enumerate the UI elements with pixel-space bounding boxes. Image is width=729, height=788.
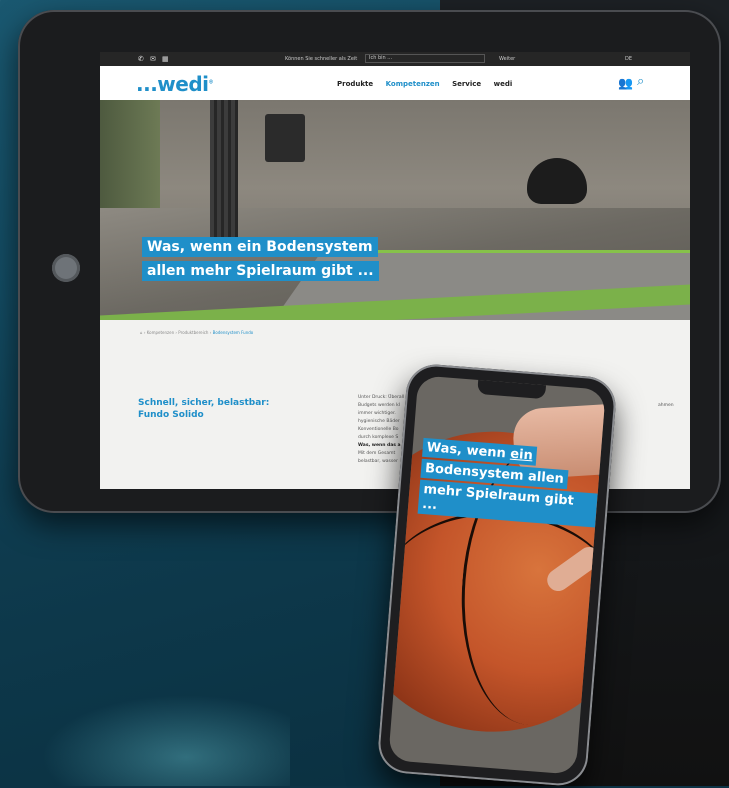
breadcrumb-item[interactable]: Kompetenzen	[147, 330, 174, 335]
menu-item-service[interactable]: Service	[452, 80, 481, 88]
people-icon[interactable]: 👥	[618, 76, 633, 90]
wedi-logo[interactable]: ...wedi®	[136, 72, 213, 96]
menu-item-wedi[interactable]: wedi	[494, 80, 513, 88]
body-line: Was, wenn das a	[358, 443, 401, 448]
tablet-home-button[interactable]	[52, 254, 80, 282]
role-select[interactable]: Ich bin ...	[365, 54, 485, 63]
phone-screen: Was, wenn ein Bodensystem allen mehr Spi…	[388, 375, 606, 775]
underlined-word: ein	[509, 446, 534, 464]
breadcrumb-item[interactable]: Produktbereich	[178, 330, 208, 335]
mail-icon[interactable]: ✉	[150, 55, 156, 63]
language-select[interactable]: DE	[625, 56, 632, 62]
subheading-line: Fundo Solido	[138, 410, 204, 420]
phone-hero-title: Was, wenn ein Bodensystem allen mehr Spi…	[417, 437, 601, 530]
hero-image	[100, 100, 690, 320]
menu-item-kompetenzen[interactable]: Kompetenzen	[386, 80, 440, 88]
calendar-icon[interactable]: ▦	[162, 55, 169, 63]
weiter-button[interactable]: Weiter	[499, 56, 515, 62]
menu-item-produkte[interactable]: Produkte	[337, 80, 373, 88]
hero-curtain	[210, 100, 238, 250]
phone-icon[interactable]: ✆	[138, 55, 144, 63]
main-nav: ...wedi® Produkte Kompetenzen Service we…	[100, 66, 690, 100]
hero-title: Was, wenn ein Bodensystem allen mehr Spi…	[142, 236, 379, 284]
hero-toilet	[527, 158, 587, 204]
background-glow	[30, 690, 290, 786]
tablet-device: ✆ ✉ ▦ Können Sie schneller als Zeit Ich …	[18, 10, 721, 513]
topbar-prompt: Können Sie schneller als Zeit	[285, 56, 358, 62]
top-utility-bar: ✆ ✉ ▦ Können Sie schneller als Zeit Ich …	[100, 52, 690, 66]
breadcrumb: ⌂ › Kompetenzen › Produktbereich › Boden…	[140, 330, 254, 335]
search-icon[interactable]: ⌕	[637, 74, 644, 89]
hero-shower-seat	[265, 114, 305, 162]
breadcrumb-current: Bodensystem Fundo	[212, 330, 254, 335]
section-subheading: Schnell, sicher, belastbar: Fundo Solido	[138, 397, 298, 421]
hero-title-line: Was, wenn ein Bodensystem	[142, 237, 378, 257]
body-trailing: ahmen	[658, 403, 674, 408]
home-icon[interactable]: ⌂	[140, 330, 143, 335]
phone-device: Was, wenn ein Bodensystem allen mehr Spi…	[376, 362, 618, 788]
hero-title-line: allen mehr Spielraum gibt ...	[142, 261, 379, 281]
subheading-line: Schnell, sicher, belastbar:	[138, 398, 270, 408]
main-menu: Produkte Kompetenzen Service wedi	[337, 80, 522, 88]
